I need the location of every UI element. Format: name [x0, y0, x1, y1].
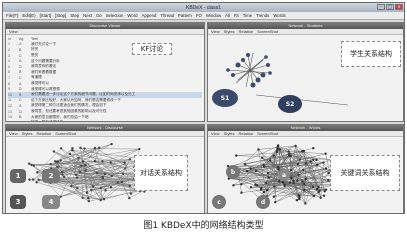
append-button[interactable]: Append [142, 13, 157, 18]
styles-menu[interactable]: Styles [224, 29, 235, 34]
relation-menu[interactable]: Relation [239, 29, 254, 34]
thread-button[interactable]: Thread [160, 13, 174, 18]
menu-edit[interactable]: Edit(E) [22, 13, 35, 18]
title-bar: KBDeX - class1 – □ × [3, 3, 404, 12]
table-row[interactable]: 13 D 我同意，但还要考虑其他因素的影响以及可行性 [8, 109, 202, 115]
word-button[interactable]: Word [127, 13, 137, 18]
table-row[interactable]: 4 A 这个问题需要分析 [8, 58, 202, 64]
keyword-structure-callout: 关键词关系结构 [330, 155, 400, 191]
step-button[interactable]: Step [70, 13, 79, 18]
screenshot-menu[interactable]: ScreenShot [257, 29, 278, 34]
time-button[interactable]: Time [243, 13, 252, 18]
discourse-structure-callout: 对话关系结构 [134, 155, 188, 191]
table-row[interactable]: 12 A 我觉得第二种方法更适合我们的情况，理由如下 [8, 103, 202, 109]
table-row[interactable]: 15C好的，那就这样决定 [8, 120, 202, 121]
close-button[interactable]: × [395, 4, 403, 10]
relation-menu[interactable]: Relation [37, 131, 52, 136]
screenshot-menu[interactable]: ScreenShot [55, 131, 76, 136]
view-menu[interactable]: View [9, 29, 18, 34]
selection-button[interactable]: Selection [106, 13, 124, 18]
node-b[interactable]: b [226, 165, 240, 179]
table-row[interactable]: 5 D 我同意你的看法 [8, 64, 202, 70]
table-row[interactable]: 7 C 有道理 [8, 75, 202, 81]
table-row[interactable]: 3 C 是的 [8, 53, 202, 59]
table-row[interactable]: 8 A 我觉得可以 [8, 81, 202, 87]
table-row[interactable]: 11 C 这个方案比较好，大家认为如何，我们是否需要修改一下 [8, 98, 202, 104]
student-network-pane: Network - Students View Styles Relation … [207, 22, 404, 122]
minimize-button[interactable]: – [377, 4, 385, 10]
table-row[interactable]: 10 B 我们需要进一步讨论这个方案的细节问题，比如时间安排以及分工 [8, 91, 202, 98]
pattern-button[interactable]: Pattern [178, 13, 192, 18]
discourse-network-pane: Network - Discourse View Styles Relation… [5, 124, 205, 213]
node-2[interactable]: 2 [42, 169, 60, 183]
view-menu[interactable]: View [211, 131, 220, 136]
node-c[interactable]: c [212, 195, 226, 209]
window-title: KBDeX - class1 [185, 4, 221, 11]
table-row[interactable]: 9 D 我觉得可以再想想 [8, 86, 202, 92]
words-network-pane: Network - Words View Styles Relation Scr… [207, 124, 404, 213]
styles-menu[interactable]: Styles [224, 131, 235, 136]
node-s2[interactable]: S2 [278, 95, 302, 113]
view-menu[interactable]: View [9, 131, 18, 136]
next-button[interactable]: Next [83, 13, 92, 18]
discourse-table: Id Ag Text 1 A 我们先讨论一下 2 B 好的 3 C 是的 4 A 这个问题需要分析 5 D… [6, 35, 204, 121]
screenshot-menu[interactable]: ScreenShot [257, 131, 278, 136]
figure-caption: 图1 KBDeX中的网络结构类型 [143, 221, 264, 231]
table-row[interactable]: 14 B 大家的意见都很好，我们总结一下吧 [8, 114, 202, 120]
all-button[interactable]: All [225, 13, 230, 18]
window-button[interactable]: Window [206, 13, 221, 18]
node-s1[interactable]: S1 [212, 89, 238, 107]
node-a[interactable]: a [278, 169, 290, 181]
go-button[interactable]: Go [96, 13, 102, 18]
view-menu[interactable]: View [211, 29, 220, 34]
fo-button[interactable]: FO [196, 13, 202, 18]
kf-discussion-callout: KF讨论 [132, 43, 172, 55]
fit-button[interactable]: Fit [234, 13, 239, 18]
menu-bar: File(F) Edit(E) [Start] [Stop] Step Next… [3, 12, 404, 20]
trends-button[interactable]: Trends [256, 13, 269, 18]
start-button[interactable]: [Start] [40, 13, 51, 18]
table-row[interactable]: 2 B 好的 [8, 47, 202, 53]
styles-menu[interactable]: Styles [22, 131, 33, 136]
node-4[interactable]: 4 [42, 195, 60, 209]
node-1[interactable]: 1 [10, 169, 26, 183]
maximize-button[interactable]: □ [386, 4, 394, 10]
kbdex-window: KBDeX - class1 – □ × File(F) Edit(E) [St… [2, 2, 405, 214]
table-row[interactable]: 6 B 我们来看看数据 [8, 70, 202, 76]
menu-file[interactable]: File(F) [6, 13, 18, 18]
stop-button[interactable]: [Stop] [55, 13, 66, 18]
discourse-viewer-pane: Discourse Viewer View Id Ag Text 1 A 我们先讨论… [5, 22, 205, 122]
table-header: Id Ag Text [8, 36, 38, 41]
student-structure-callout: 学生关系结构 [341, 41, 401, 67]
relation-menu[interactable]: Relation [239, 131, 254, 136]
node-3[interactable]: 3 [10, 195, 26, 209]
words-button[interactable]: Words [273, 13, 285, 18]
table-row[interactable]: 1 A 我们先讨论一下 [8, 42, 202, 48]
node-d[interactable]: d [256, 195, 270, 209]
